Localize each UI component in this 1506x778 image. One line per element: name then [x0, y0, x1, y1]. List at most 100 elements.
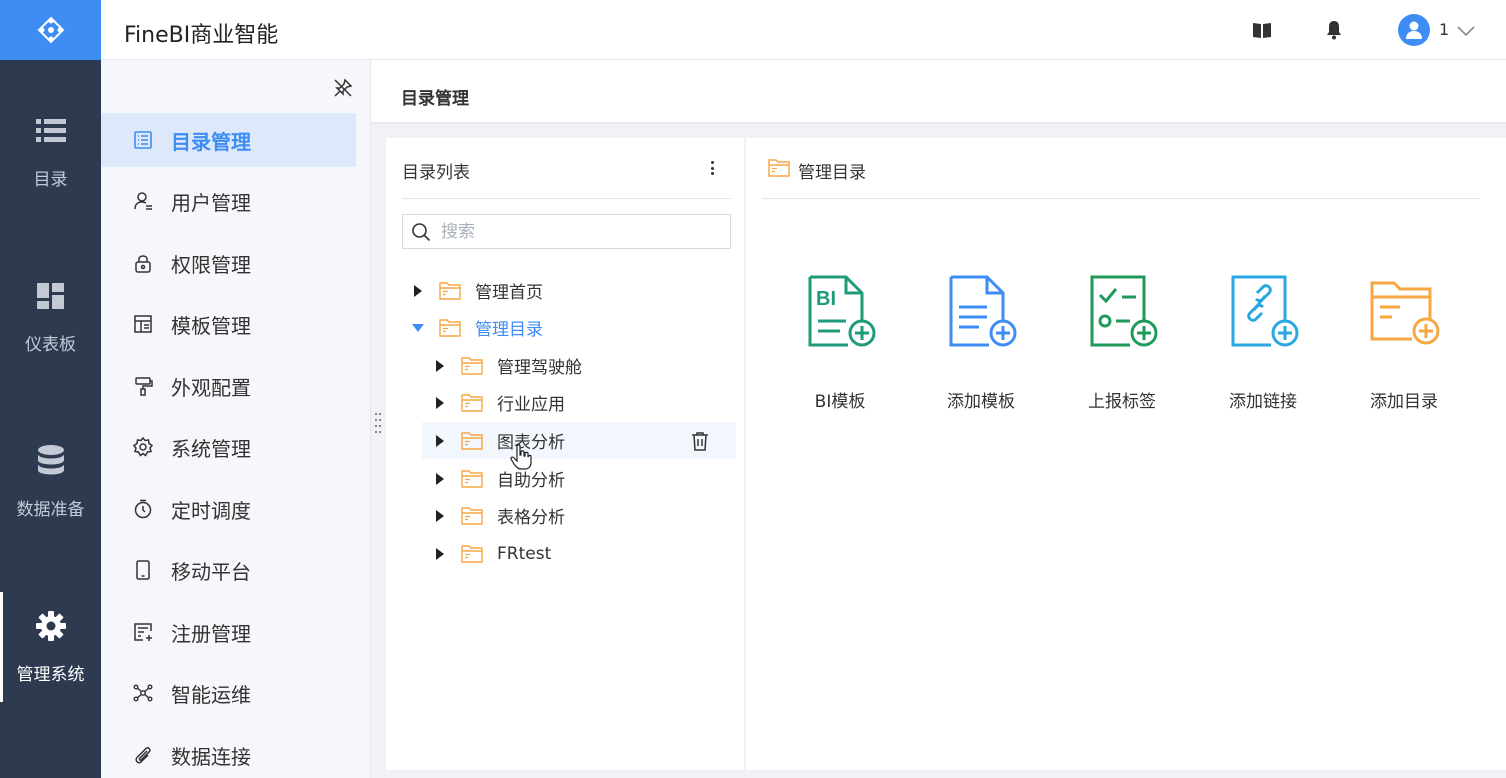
- card-label: 添加目录: [1370, 392, 1438, 412]
- tree-node-label: 行业应用: [497, 395, 565, 415]
- caret-right-icon[interactable]: [434, 396, 446, 409]
- folder-icon: [439, 281, 463, 301]
- caret-right-icon[interactable]: [434, 434, 446, 447]
- gear-icon: [35, 611, 66, 641]
- divider: [762, 198, 1480, 199]
- menu-item-label: 权限管理: [171, 252, 251, 277]
- caret-right-icon[interactable]: [434, 547, 446, 560]
- rail-item-dashboard[interactable]: 仪表板: [0, 280, 101, 355]
- chevron-down-icon[interactable]: [1457, 22, 1475, 41]
- caret-right-icon[interactable]: [412, 284, 424, 297]
- database-icon: [37, 445, 64, 475]
- catalog-list-panel: 目录列表 管理首页 管理目录 管理驾驶舱 行业应用 图表分析 自助分析: [386, 138, 744, 770]
- rail-item-admin[interactable]: 管理系统: [0, 592, 101, 702]
- caret-right-icon[interactable]: [434, 472, 446, 485]
- template-add-icon: [949, 275, 1017, 347]
- rail-item-label: 目录: [33, 170, 68, 190]
- tree-node-chart-analysis[interactable]: 图表分析: [422, 422, 736, 459]
- report-tag-add-icon: [1090, 275, 1158, 347]
- page-header: 目录管理: [371, 60, 1506, 124]
- catalog-icon: [132, 129, 154, 151]
- menu-item-data-connection[interactable]: 数据连接: [101, 728, 356, 778]
- menu-item-smart-ops[interactable]: 智能运维: [101, 666, 356, 720]
- add-folder-button[interactable]: 添加目录: [1354, 273, 1454, 412]
- tree-node-label: 管理驾驶舱: [497, 358, 582, 378]
- menu-item-system-management[interactable]: 系统管理: [101, 420, 356, 474]
- search-box[interactable]: [402, 214, 731, 249]
- svg-text:BI: BI: [816, 288, 836, 310]
- bi-template-button[interactable]: BI BI模板: [790, 273, 890, 412]
- tree-node-label: 表格分析: [497, 508, 565, 528]
- search-icon: [412, 222, 431, 241]
- menu-item-registration[interactable]: 注册管理: [101, 605, 356, 659]
- bell-icon[interactable]: [1324, 20, 1344, 40]
- tablet-icon: [132, 559, 154, 581]
- menu-item-user-management[interactable]: 用户管理: [101, 174, 356, 228]
- tree-node-label: 管理首页: [475, 283, 543, 303]
- menu-item-label: 移动平台: [171, 559, 251, 584]
- caret-right-icon[interactable]: [434, 359, 446, 372]
- rail-item-data-prep[interactable]: 数据准备: [0, 445, 101, 520]
- divider: [402, 198, 731, 199]
- tree-node-admin-catalog[interactable]: 管理目录: [412, 309, 732, 346]
- folder-icon: [439, 318, 463, 338]
- search-input[interactable]: [441, 221, 721, 242]
- rail-item-label: 数据准备: [16, 500, 85, 520]
- book-icon[interactable]: [1252, 20, 1272, 40]
- tree-node-admin-home[interactable]: 管理首页: [412, 272, 732, 309]
- trash-icon[interactable]: [690, 431, 710, 456]
- folder-icon: [768, 159, 790, 182]
- menu-item-label: 系统管理: [171, 436, 251, 461]
- menu-item-label: 用户管理: [171, 190, 251, 215]
- logo[interactable]: [0, 0, 101, 60]
- menu-item-label: 数据连接: [171, 744, 251, 769]
- paperclip-icon: [132, 744, 154, 766]
- menu-item-catalog-management[interactable]: 目录管理: [101, 113, 356, 167]
- menu-item-permission-management[interactable]: 权限管理: [101, 236, 356, 290]
- catalog-detail-panel: 管理目录 BI BI模板 添加模板 上报标签 添加链接 添加目录: [746, 138, 1506, 770]
- rail-item-label: 仪表板: [25, 335, 76, 355]
- list-icon: [35, 119, 66, 142]
- card-label: BI模板: [814, 392, 866, 412]
- user-avatar-icon[interactable]: [1398, 14, 1430, 46]
- folder-icon: [461, 469, 485, 489]
- menu-item-label: 模板管理: [171, 313, 251, 338]
- add-template-button[interactable]: 添加模板: [931, 273, 1031, 412]
- caret-right-icon[interactable]: [434, 509, 446, 522]
- page-title: 目录管理: [401, 89, 469, 109]
- menu-item-label: 目录管理: [171, 129, 251, 154]
- tree-node-frtest[interactable]: FRtest: [434, 535, 732, 572]
- pin-icon[interactable]: [333, 78, 353, 102]
- menu-item-scheduling[interactable]: 定时调度: [101, 482, 356, 536]
- rail-item-label: 管理系统: [16, 665, 85, 685]
- resize-handle[interactable]: [375, 413, 381, 433]
- detail-header: 管理目录: [768, 158, 866, 183]
- rail-item-catalog[interactable]: 目录: [0, 115, 101, 190]
- menu-item-mobile-platform[interactable]: 移动平台: [101, 543, 356, 597]
- menu-item-appearance-config[interactable]: 外观配置: [101, 359, 356, 413]
- hand-cursor-icon: [510, 444, 532, 470]
- folder-icon: [461, 393, 485, 413]
- folder-add-icon: [1370, 281, 1440, 345]
- tree-node-cockpit[interactable]: 管理驾驶舱: [434, 347, 732, 384]
- menu-item-template-management[interactable]: 模板管理: [101, 297, 356, 351]
- folder-icon: [461, 356, 485, 376]
- card-label: 添加链接: [1229, 392, 1297, 412]
- tree-node-self-service[interactable]: 自助分析: [434, 460, 732, 497]
- primary-nav-rail: 目录 仪表板 数据准备 管理系统: [0, 60, 101, 778]
- app-title: FineBI商业智能: [124, 23, 279, 48]
- top-header: FineBI商业智能 1: [101, 0, 1506, 60]
- brush-icon: [132, 375, 154, 397]
- tree-node-industry[interactable]: 行业应用: [434, 384, 732, 421]
- menu-item-label: 智能运维: [171, 682, 251, 707]
- user-name[interactable]: 1: [1439, 20, 1449, 39]
- report-tag-button[interactable]: 上报标签: [1072, 273, 1172, 412]
- tree-node-label: 管理目录: [475, 320, 543, 340]
- add-link-button[interactable]: 添加链接: [1213, 273, 1313, 412]
- card-label: 添加模板: [947, 392, 1015, 412]
- tree-node-table-analysis[interactable]: 表格分析: [434, 497, 732, 534]
- register-icon: [132, 621, 154, 643]
- card-label: 上报标签: [1088, 392, 1156, 412]
- more-options-icon[interactable]: [706, 158, 718, 178]
- caret-down-icon[interactable]: [412, 322, 424, 334]
